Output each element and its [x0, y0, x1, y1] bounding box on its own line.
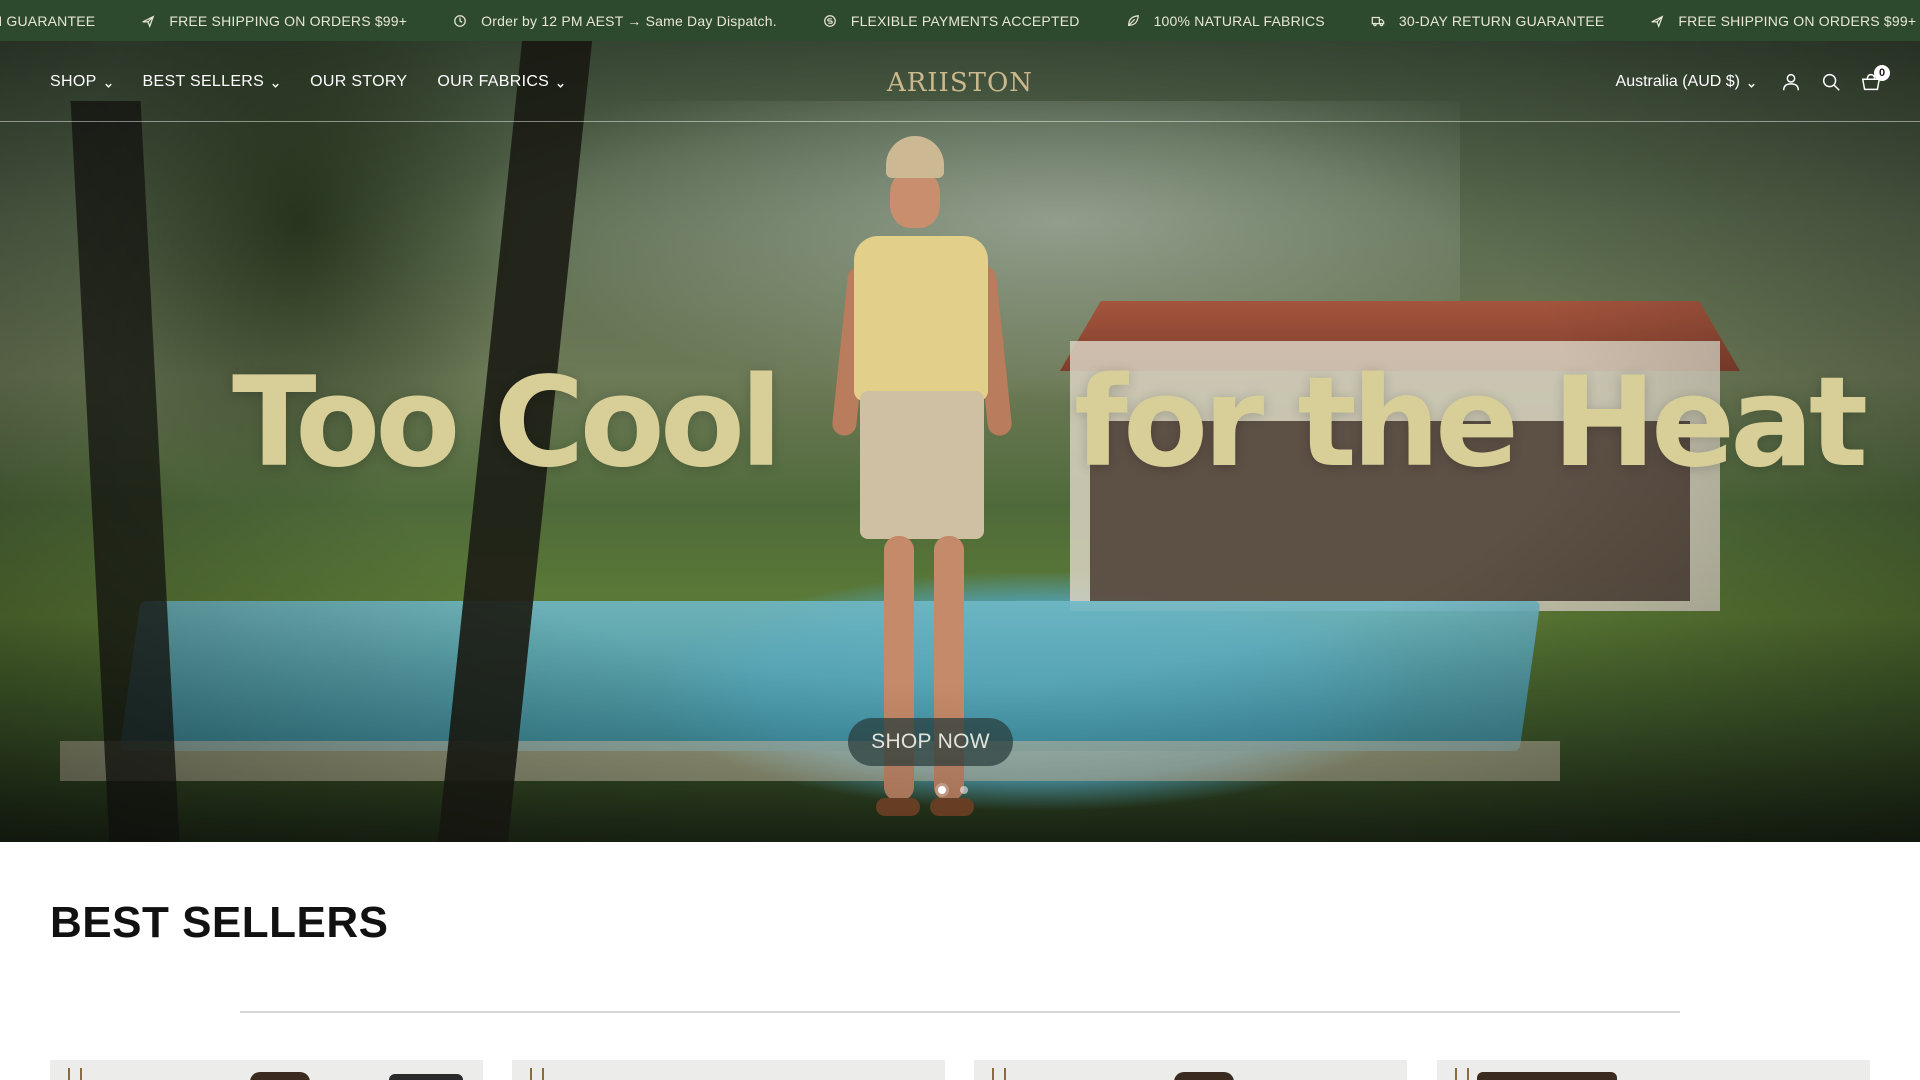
product-image	[250, 1072, 310, 1080]
clock-icon	[453, 14, 467, 28]
announcement-item: 100% NATURAL FABRICS	[1126, 13, 1325, 29]
truck-icon	[1371, 14, 1385, 28]
slide-dot[interactable]	[960, 786, 968, 794]
country-selector-label: Australia (AUD $)	[1615, 72, 1740, 90]
announcement-item: FREE SHIPPING ON ORDERS $99+	[1650, 13, 1916, 29]
nav-item-best-sellers[interactable]: BEST SELLERS	[143, 73, 281, 91]
announcement-text: Order by 12 PM AEST → Same Day Dispatch.	[481, 12, 777, 29]
nav-item-shop[interactable]: SHOP	[50, 73, 113, 91]
header-actions: Australia (AUD $) 0	[1616, 41, 1890, 122]
nav-item-our-fabrics[interactable]: OUR FABRICS	[437, 73, 565, 91]
announcement-text: FLEXIBLE PAYMENTS ACCEPTED	[850, 12, 1080, 29]
search-icon[interactable]	[1820, 71, 1842, 93]
brand-mark	[68, 1068, 82, 1080]
product-card[interactable]	[974, 1060, 1407, 1080]
hero-headline-right: for the Heat	[1074, 351, 1868, 495]
product-card[interactable]	[50, 1060, 483, 1080]
account-icon[interactable]	[1780, 71, 1802, 93]
leaf-icon	[1126, 14, 1140, 28]
product-card[interactable]	[1437, 1060, 1870, 1080]
product-badge	[389, 1074, 463, 1080]
announcement-item: N GUARANTEE	[0, 13, 95, 29]
product-image	[1477, 1072, 1617, 1080]
site-header: SHOP BEST SELLERS OUR STORY OUR FABRICS …	[0, 41, 1920, 122]
section-title-best-sellers: BEST SELLERS	[50, 898, 389, 947]
brand-mark	[1455, 1068, 1469, 1080]
brand-mark	[992, 1068, 1006, 1080]
nav-item-label: BEST SELLERS	[142, 72, 265, 90]
chevron-down-icon	[556, 77, 565, 88]
shop-now-button[interactable]: SHOP NOW	[848, 718, 1013, 766]
plane-icon	[141, 14, 155, 28]
announcement-text: N GUARANTEE	[0, 12, 96, 29]
slideshow-pagination	[938, 786, 968, 794]
hero-headline-left: Too Cool	[232, 351, 783, 495]
nav-item-our-story[interactable]: OUR STORY	[310, 73, 407, 91]
product-image	[1174, 1072, 1234, 1080]
announcement-item: 30-DAY RETURN GUARANTEE	[1371, 13, 1605, 29]
announcement-bar: N GUARANTEE FREE SHIPPING ON ORDERS $99+…	[0, 0, 1920, 41]
country-selector[interactable]: Australia (AUD $)	[1616, 73, 1756, 91]
product-card[interactable]	[512, 1060, 945, 1080]
plane-icon	[1650, 14, 1664, 28]
product-grid	[50, 1060, 1920, 1080]
nav-item-label: SHOP	[50, 72, 97, 90]
section-divider	[240, 1011, 1680, 1013]
announcement-text: FREE SHIPPING ON ORDERS $99+	[169, 12, 408, 29]
coin-icon	[823, 14, 837, 28]
announcement-text: 30-DAY RETURN GUARANTEE	[1398, 12, 1605, 29]
announcement-item: Order by 12 PM AEST → Same Day Dispatch.	[453, 13, 777, 29]
slide-dot-active[interactable]	[938, 786, 946, 794]
announcement-item: FLEXIBLE PAYMENTS ACCEPTED	[823, 13, 1080, 29]
main-nav: SHOP BEST SELLERS OUR STORY OUR FABRICS	[50, 41, 565, 122]
cart-count-badge: 0	[1874, 64, 1890, 81]
announcement-text: 100% NATURAL FABRICS	[1153, 12, 1325, 29]
announcement-text: FREE SHIPPING ON ORDERS $99+	[1678, 12, 1917, 29]
chevron-down-icon	[1747, 77, 1756, 88]
brand-logo[interactable]: ARIISTON	[887, 63, 1032, 103]
cart-icon[interactable]: 0	[1860, 64, 1890, 93]
chevron-down-icon	[104, 77, 113, 88]
nav-item-label: OUR FABRICS	[437, 72, 550, 90]
announcement-track: N GUARANTEE FREE SHIPPING ON ORDERS $99+…	[0, 0, 1920, 41]
brand-mark	[530, 1068, 544, 1080]
hero-banner[interactable]: Too Cool for the Heat SHOP NOW	[0, 41, 1920, 842]
chevron-down-icon	[271, 77, 280, 88]
announcement-item: FREE SHIPPING ON ORDERS $99+	[141, 13, 407, 29]
nav-item-label: OUR STORY	[310, 72, 408, 90]
